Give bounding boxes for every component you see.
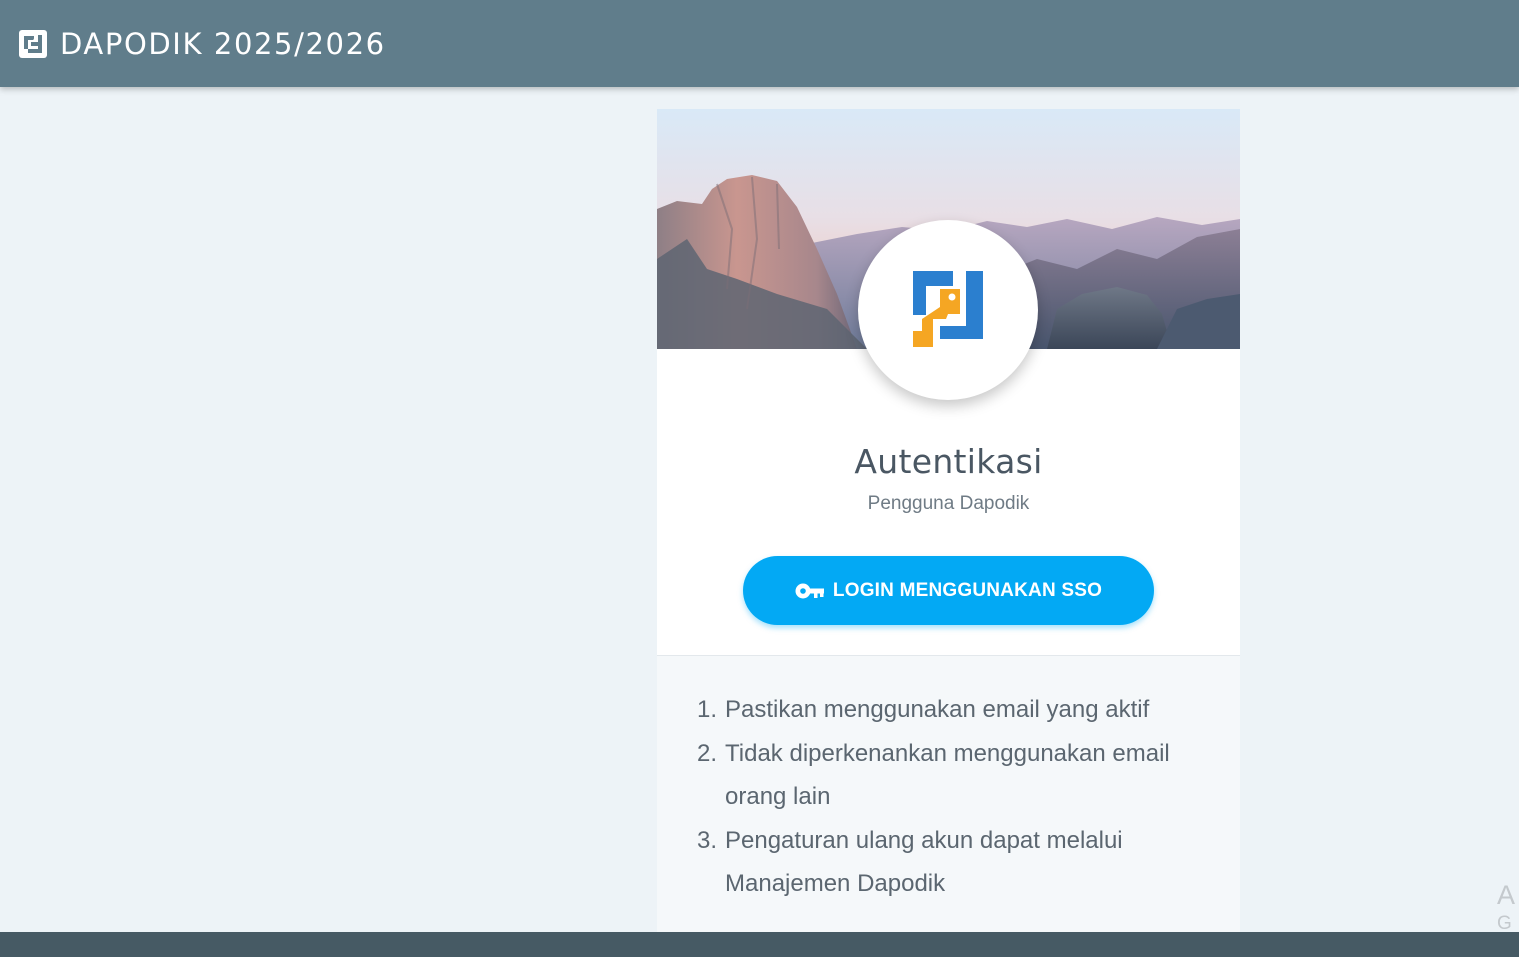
list-item: 1. Pastikan menggunakan email yang aktif — [697, 688, 1207, 732]
list-item-text: Pastikan menggunakan email yang aktif — [725, 696, 1150, 723]
avatar — [858, 220, 1038, 400]
windows-activation-watermark: A G — [1497, 879, 1515, 937]
login-sso-button-label: LOGIN MENGGUNAKAN SSO — [832, 579, 1103, 601]
list-item-number: 1. — [697, 696, 718, 723]
dapodik-logo-icon[interactable] — [18, 29, 48, 59]
dapodik-logo-icon — [913, 271, 983, 347]
list-item-text: Tidak diperkenankan menggunakan email or… — [725, 739, 1170, 811]
page-title: Autentikasi — [854, 442, 1043, 481]
login-sso-button[interactable]: LOGIN MENGGUNAKAN SSO — [743, 556, 1154, 625]
watermark-line-1: A — [1497, 880, 1516, 910]
list-item-number: 2. — [697, 739, 718, 767]
login-card: Autentikasi Pengguna Dapodik LOGIN MENGG… — [657, 109, 1240, 932]
key-icon — [795, 583, 824, 598]
card-footer: 1. Pastikan menggunakan email yang aktif… — [657, 655, 1240, 932]
list-item: 3. Pengaturan ulang akun dapat melalui M… — [697, 819, 1207, 906]
page-subtitle: Pengguna Dapodik — [867, 493, 1030, 514]
list-item-text: Pengaturan ulang akun dapat melalui Mana… — [725, 826, 1123, 898]
bottom-footer-bar — [0, 932, 1519, 957]
list-item: 2. Tidak diperkenankan menggunakan email… — [697, 732, 1207, 819]
instruction-list: 1. Pastikan menggunakan email yang aktif… — [697, 688, 1207, 906]
app-title[interactable]: DAPODIK 2025/2026 — [60, 27, 386, 61]
top-navbar: DAPODIK 2025/2026 — [0, 0, 1519, 87]
list-item-number: 3. — [697, 826, 718, 854]
